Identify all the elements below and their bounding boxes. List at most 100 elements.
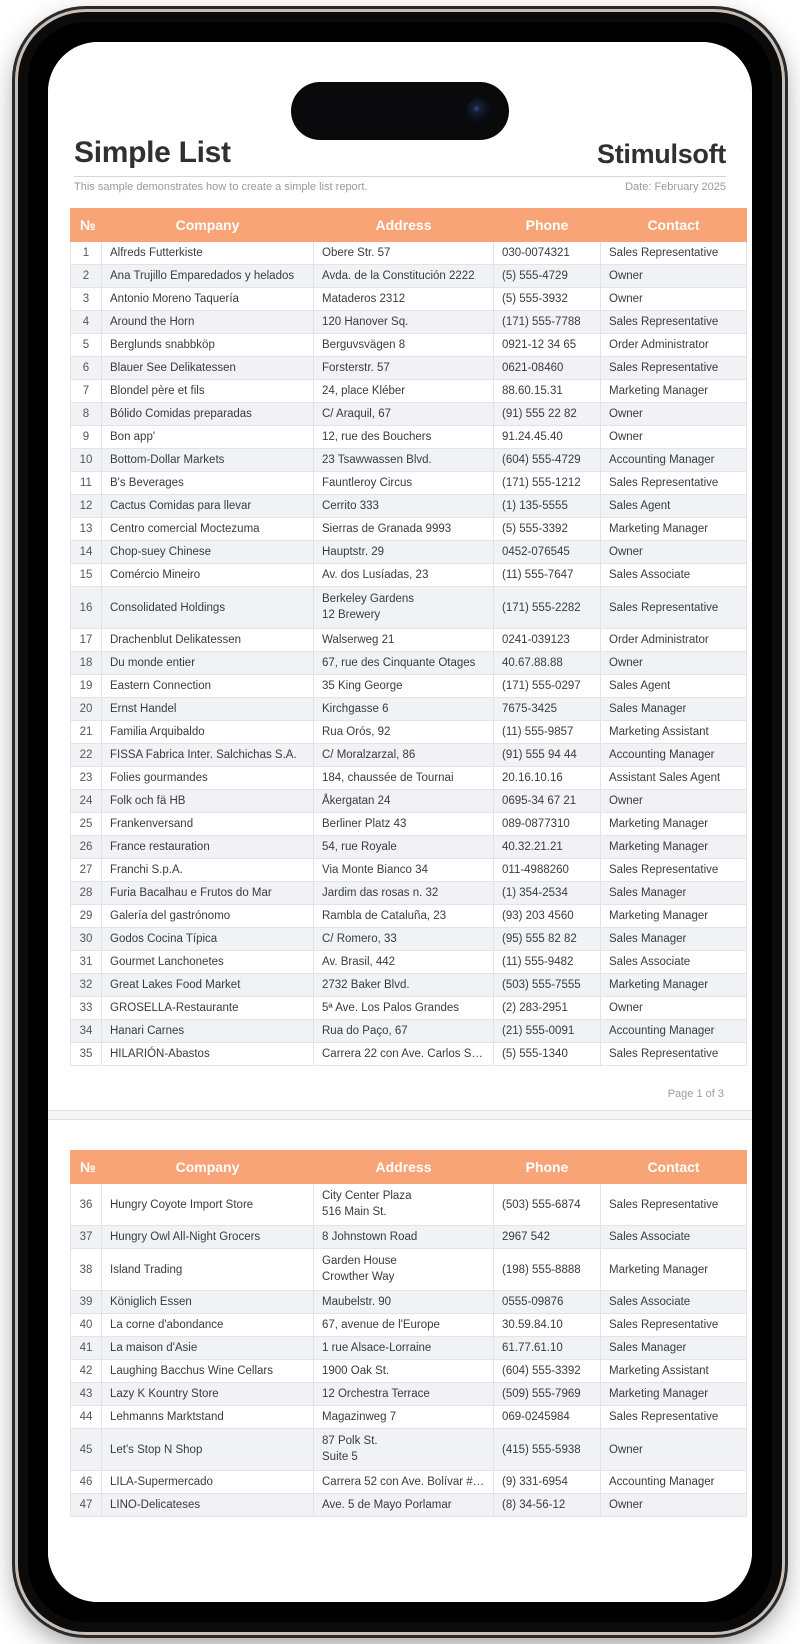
cell-company: Familia Arquibaldo — [101, 720, 314, 745]
table-row[interactable]: 22 FISSA Fabrica Inter. Salchichas S.A. C/… — [70, 743, 747, 768]
column-header-address-2[interactable]: Address — [313, 1150, 494, 1185]
cell-contact: Sales Agent — [600, 674, 747, 699]
table-row[interactable]: 32 Great Lakes Food Market 2732 Baker Blvd… — [70, 973, 747, 998]
table-row[interactable]: 2 Ana Trujillo Emparedados y helados Avda.… — [70, 264, 747, 288]
cell-phone: (21) 555-0091 — [493, 1019, 601, 1044]
column-header-address[interactable]: Address — [313, 208, 494, 242]
dynamic-island — [291, 82, 509, 140]
table-row[interactable]: 3 Antonio Moreno Taquería Mataderos 2312 (5… — [70, 287, 747, 311]
cell-address: Avda. de la Constitución 2222 — [313, 264, 494, 288]
phone-device-frame: Simple List Stimulsoft This sample demon… — [18, 12, 782, 1632]
table-row[interactable]: 20 Ernst Handel Kirchgasse 6 7675-3425 Sales… — [70, 697, 747, 722]
report-document-scroll[interactable]: Simple List Stimulsoft This sample demon… — [48, 42, 752, 1602]
table-row[interactable]: 43 Lazy K Kountry Store 12 Orchestra Terra… — [70, 1382, 747, 1407]
table-row[interactable]: 24 Folk och fä HB Åkergatan 24 0695-34 67 2… — [70, 789, 747, 814]
table-row[interactable]: 28 Furia Bacalhau e Frutos do Mar Jardim d… — [70, 881, 747, 906]
table-row[interactable]: 27 Franchi S.p.A. Via Monte Bianco 34 011-4… — [70, 858, 747, 883]
cell-phone: (5) 555-3392 — [493, 517, 601, 541]
table-row[interactable]: 47 LINO-Delicateses Ave. 5 de Mayo Porlama… — [70, 1493, 747, 1518]
cell-no: 43 — [70, 1382, 102, 1407]
table-row[interactable]: 14 Chop-suey Chinese Hauptstr. 29 0452-0765… — [70, 540, 747, 564]
cell-company: Godos Cocina Típica — [101, 927, 314, 952]
column-header-company[interactable]: Company — [101, 208, 314, 242]
table-row[interactable]: 9 Bon app' 12, rue des Bouchers 91.24.45.40… — [70, 425, 747, 449]
table-row[interactable]: 1 Alfreds Futterkiste Obere Str. 57 030-007… — [70, 241, 747, 265]
cell-phone: 0241-039123 — [493, 628, 601, 653]
table-row[interactable]: 26 France restauration 54, rue Royale 40.32… — [70, 835, 747, 860]
cell-phone: 61.77.61.10 — [493, 1336, 601, 1361]
cell-company: La corne d'abondance — [101, 1313, 314, 1338]
cell-no: 45 — [70, 1428, 102, 1472]
table-row[interactable]: 44 Lehmanns Marktstand Magazinweg 7 069-024… — [70, 1405, 747, 1430]
table-row[interactable]: 37 Hungry Owl All-Night Grocers 8 Johnstow… — [70, 1225, 747, 1250]
cell-no: 41 — [70, 1336, 102, 1361]
table-row[interactable]: 19 Eastern Connection 35 King George (171) … — [70, 674, 747, 699]
cell-address: 24, place Kléber — [313, 379, 494, 403]
cell-no: 19 — [70, 674, 102, 699]
table-header-row: № Company Address Phone Contact — [70, 208, 747, 242]
cell-address: Berkeley Gardens 12 Brewery — [313, 585, 494, 630]
column-header-no[interactable]: № — [70, 208, 102, 242]
column-header-contact-2[interactable]: Contact — [600, 1150, 747, 1185]
cell-company: Blondel père et fils — [101, 379, 314, 403]
cell-company: Great Lakes Food Market — [101, 973, 314, 998]
table-row[interactable]: 5 Berglunds snabbköp Berguvsvägen 8 0921-12… — [70, 333, 747, 357]
cell-no: 33 — [70, 996, 102, 1021]
cell-company: Hungry Coyote Import Store — [101, 1183, 314, 1227]
table-row[interactable]: 23 Folies gourmandes 184, chaussée de Tour… — [70, 766, 747, 791]
table-row[interactable]: 45 Let's Stop N Shop 87 Polk St. Suite 5 (4… — [70, 1428, 747, 1472]
cell-company: Lehmanns Marktstand — [101, 1405, 314, 1430]
cell-contact: Sales Manager — [600, 927, 747, 952]
table-row[interactable]: 12 Cactus Comidas para llevar Cerrito 333(… — [70, 494, 747, 518]
table-row[interactable]: 29 Galería del gastrónomo Rambla de Catalu… — [70, 904, 747, 929]
cell-company: Lazy K Kountry Store — [101, 1382, 314, 1407]
table-row[interactable]: 35 HILARIÓN-Abastos Carrera 22 con Ave. Ca… — [70, 1042, 747, 1067]
cell-no: 26 — [70, 835, 102, 860]
column-header-no-2[interactable]: № — [70, 1150, 102, 1185]
table-row[interactable]: 41 La maison d'Asie 1 rue Alsace-Lorraine 6… — [70, 1336, 747, 1361]
column-header-phone-2[interactable]: Phone — [493, 1150, 601, 1185]
table-row[interactable]: 8 Bólido Comidas preparadas C/ Araquil, 67… — [70, 402, 747, 426]
cell-company: Bottom-Dollar Markets — [101, 448, 314, 472]
cell-company: LINO-Delicateses — [101, 1493, 314, 1518]
cell-phone: 7675-3425 — [493, 697, 601, 722]
table-body-page-2: 36 Hungry Coyote Import Store City Center … — [70, 1183, 747, 1518]
table-row[interactable]: 36 Hungry Coyote Import Store City Center … — [70, 1183, 747, 1227]
column-header-contact[interactable]: Contact — [600, 208, 747, 242]
table-row[interactable]: 31 Gourmet Lanchonetes Av. Brasil, 442 (11)… — [70, 950, 747, 975]
table-row[interactable]: 16 Consolidated Holdings Berkeley Gardens … — [70, 585, 747, 630]
table-row[interactable]: 39 Königlich Essen Maubelstr. 90 0555-09876… — [70, 1290, 747, 1315]
table-row[interactable]: 15 Comércio Mineiro Av. dos Lusíadas, 23 (1… — [70, 563, 747, 587]
table-row[interactable]: 10 Bottom-Dollar Markets 23 Tsawwassen Blv… — [70, 448, 747, 472]
table-row[interactable]: 33 GROSELLA-Restaurante 5ª Ave. Los Palos … — [70, 996, 747, 1021]
table-row[interactable]: 6 Blauer See Delikatessen Forsterstr. 57 06… — [70, 356, 747, 380]
table-row[interactable]: 13 Centro comercial Moctezuma Sierras de G… — [70, 517, 747, 541]
cell-company: Bon app' — [101, 425, 314, 449]
table-row[interactable]: 46 LILA-Supermercado Carrera 52 con Ave. B… — [70, 1470, 747, 1495]
cell-company: Antonio Moreno Taquería — [101, 287, 314, 311]
cell-no: 18 — [70, 651, 102, 676]
cell-company: Comércio Mineiro — [101, 563, 314, 587]
table-row[interactable]: 40 La corne d'abondance 67, avenue de l'Eu… — [70, 1313, 747, 1338]
cell-company: LILA-Supermercado — [101, 1470, 314, 1495]
table-row[interactable]: 11 B's Beverages Fauntleroy Circus (171) 55… — [70, 471, 747, 495]
table-row[interactable]: 7 Blondel père et fils 24, place Kléber 88.… — [70, 379, 747, 403]
cell-no: 6 — [70, 356, 102, 380]
cell-contact: Sales Manager — [600, 881, 747, 906]
table-row[interactable]: 17 Drachenblut Delikatessen Walserweg 21 02… — [70, 628, 747, 653]
table-row[interactable]: 38 Island Trading Garden House Crowther Wa… — [70, 1248, 747, 1292]
table-row[interactable]: 21 Familia Arquibaldo Rua Orós, 92 (11) 555… — [70, 720, 747, 745]
column-header-company-2[interactable]: Company — [101, 1150, 314, 1185]
table-row[interactable]: 4 Around the Horn 120 Hanover Sq. (171) 555… — [70, 310, 747, 334]
table-row[interactable]: 42 Laughing Bacchus Wine Cellars 1900 Oak … — [70, 1359, 747, 1384]
cell-company: Frankenversand — [101, 812, 314, 837]
cell-no: 36 — [70, 1183, 102, 1227]
cell-address: 5ª Ave. Los Palos Grandes — [313, 996, 494, 1021]
cell-phone: (5) 555-4729 — [493, 264, 601, 288]
table-row[interactable]: 18 Du monde entier 67, rue des Cinquante O… — [70, 651, 747, 676]
cell-contact: Sales Associate — [600, 563, 747, 587]
table-row[interactable]: 34 Hanari Carnes Rua do Paço, 67 (21) 555-0… — [70, 1019, 747, 1044]
table-row[interactable]: 30 Godos Cocina Típica C/ Romero, 33 (95) 5… — [70, 927, 747, 952]
column-header-phone[interactable]: Phone — [493, 208, 601, 242]
table-row[interactable]: 25 Frankenversand Berliner Platz 43 089-087… — [70, 812, 747, 837]
